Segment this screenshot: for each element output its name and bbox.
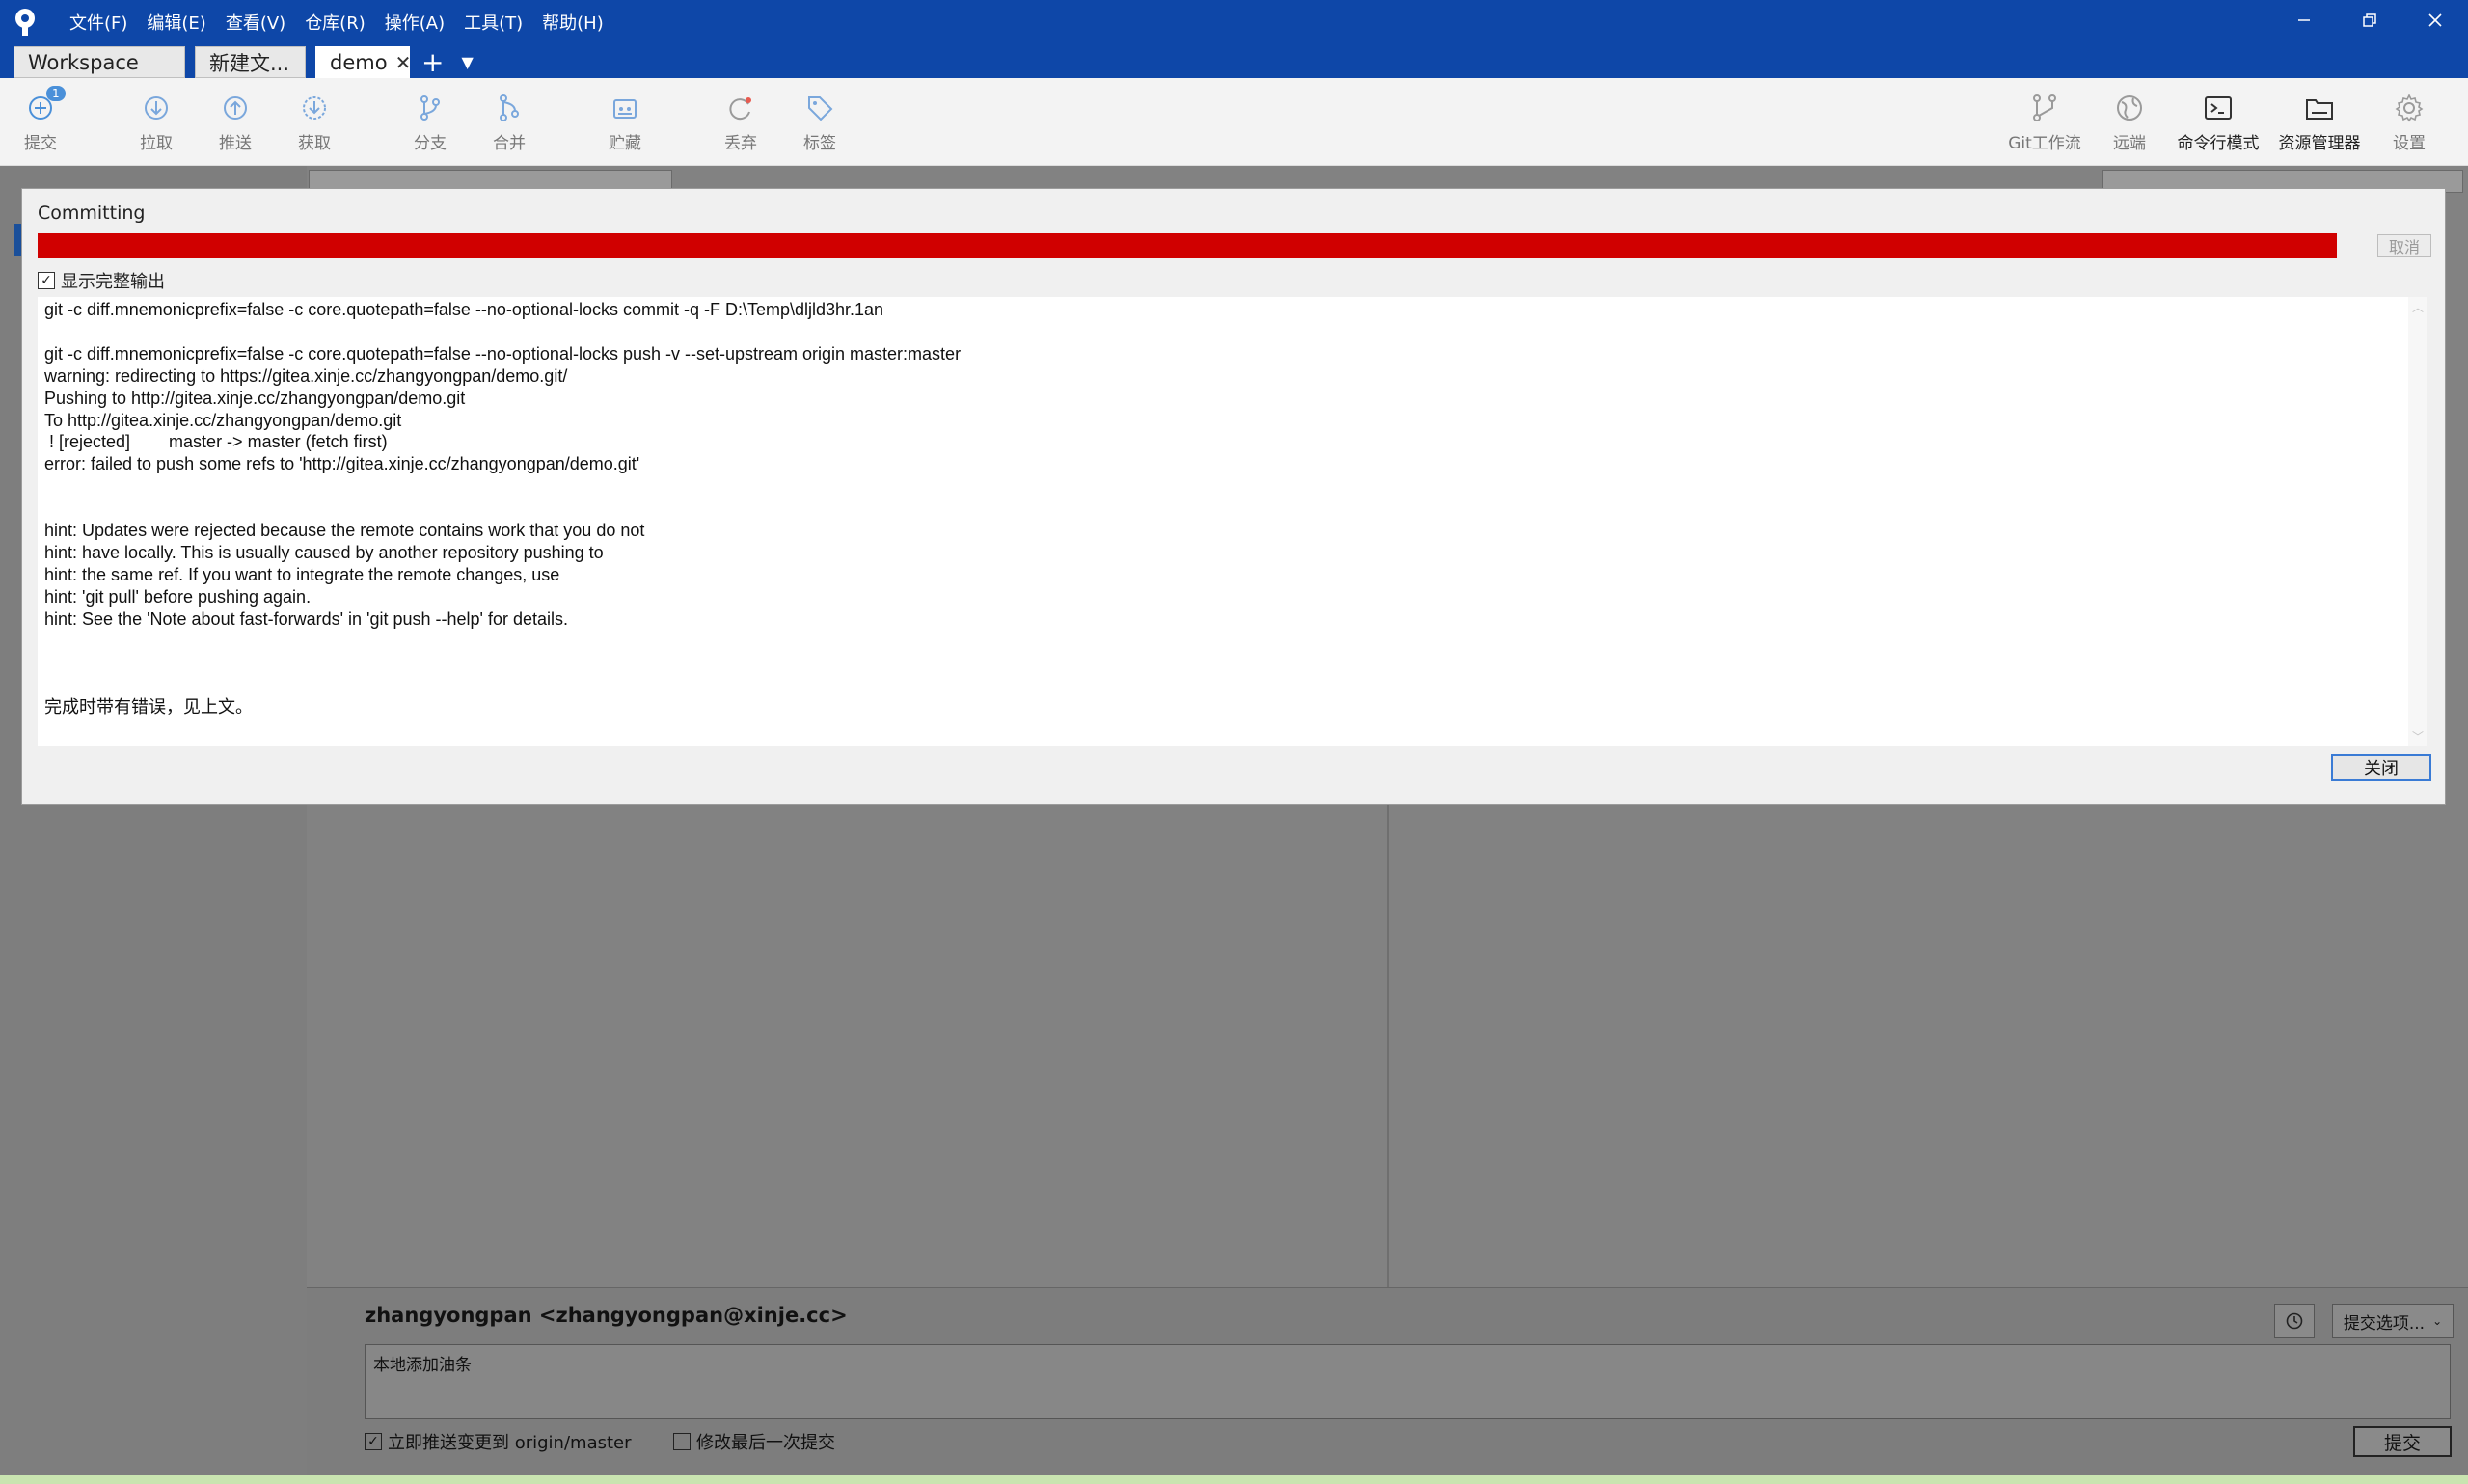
tab-bar: Workspace 新建文... demo ✕ + ▼: [14, 42, 474, 78]
restore-button[interactable]: [2337, 0, 2402, 40]
pane-divider[interactable]: [1387, 805, 1389, 1287]
gear-icon: [2395, 94, 2424, 122]
dialog-title: Committing: [38, 202, 146, 224]
commit-options-label: 提交选项...: [2343, 1313, 2426, 1334]
close-tab-icon[interactable]: ✕: [395, 51, 412, 74]
terminal-tool-button[interactable]: 命令行模式: [2170, 78, 2266, 165]
cancel-button[interactable]: 取消: [2377, 234, 2431, 257]
fetch-tool-label: 获取: [298, 134, 331, 153]
pull-tool-button[interactable]: 拉取: [118, 78, 195, 165]
stash-icon: [613, 99, 637, 119]
folder-icon: [2306, 99, 2333, 120]
amend-checkbox[interactable]: [673, 1433, 691, 1450]
tab-label: demo: [330, 50, 388, 74]
git-flow-tool-button[interactable]: Git工作流: [1996, 78, 2093, 165]
explorer-tool-button[interactable]: 资源管理器: [2271, 78, 2368, 165]
output-scrollbar[interactable]: ︿ ﹀: [2408, 297, 2427, 746]
fetch-tool-button[interactable]: 获取: [276, 78, 353, 165]
push-icon: [224, 96, 247, 120]
menu-bar: 文件(F) 编辑(E) 查看(V) 仓库(R) 操作(A) 工具(T) 帮助(H…: [60, 8, 613, 37]
toolbar: 1 提交 拉取 推送 获取 分支 合并 贮藏 丢弃 标签 Git工作流 远端 命…: [0, 78, 2468, 166]
tag-tool-label: 标签: [803, 134, 836, 153]
amend-option[interactable]: 修改最后一次提交: [673, 1429, 835, 1454]
scroll-up-icon[interactable]: ︿: [2412, 299, 2424, 315]
progress-bar-fill: [38, 233, 2337, 258]
menu-tools[interactable]: 工具(T): [454, 8, 532, 37]
push-immediately-label: 立即推送变更到 origin/master: [388, 1433, 632, 1453]
menu-file[interactable]: 文件(F): [60, 8, 137, 37]
tab-workspace[interactable]: Workspace: [14, 46, 185, 78]
sidebar-selection-marker: [14, 224, 21, 256]
globe-icon: [2117, 95, 2142, 121]
terminal-icon: [2205, 96, 2232, 120]
show-full-output-label: 显示完整输出: [61, 272, 165, 292]
window-controls: [2271, 0, 2468, 40]
tab-label: Workspace: [28, 50, 139, 74]
git-flow-icon: [2033, 94, 2056, 121]
remote-tool-label: 远端: [2113, 134, 2146, 153]
menu-edit[interactable]: 编辑(E): [137, 8, 215, 37]
settings-tool-button[interactable]: 设置: [2371, 78, 2448, 165]
menu-view[interactable]: 查看(V): [216, 8, 295, 37]
tag-tool-button[interactable]: 标签: [781, 78, 858, 165]
commit-message-input[interactable]: 本地添加油条: [365, 1344, 2451, 1419]
git-flow-tool-label: Git工作流: [2008, 134, 2081, 153]
merge-tool-label: 合并: [493, 134, 526, 153]
show-full-output-option[interactable]: ✓ 显示完整输出: [38, 268, 165, 293]
merge-tool-button[interactable]: 合并: [471, 78, 548, 165]
scroll-down-icon[interactable]: ﹀: [2412, 728, 2424, 744]
push-immediately-option[interactable]: ✓ 立即推送变更到 origin/master: [365, 1429, 632, 1454]
branch-tool-label: 分支: [414, 134, 447, 153]
title-bar: 文件(F) 编辑(E) 查看(V) 仓库(R) 操作(A) 工具(T) 帮助(H…: [0, 0, 2468, 78]
tag-icon: [808, 96, 833, 121]
commit-button[interactable]: 提交: [2353, 1426, 2452, 1457]
remote-tool-button[interactable]: 远端: [2091, 78, 2168, 165]
output-log-text: git -c diff.mnemonicprefix=false -c core…: [44, 300, 962, 717]
menu-repository[interactable]: 仓库(R): [295, 8, 375, 37]
tab-list-dropdown-icon[interactable]: ▼: [461, 46, 473, 78]
commit-tool-label: 提交: [24, 134, 57, 153]
progress-bar: [38, 233, 2337, 258]
fetch-icon: [303, 96, 326, 120]
stash-tool-label: 贮藏: [609, 134, 641, 153]
stash-tool-button[interactable]: 贮藏: [586, 78, 664, 165]
committing-dialog: Committing 取消 ✓ 显示完整输出 git -c diff.mnemo…: [21, 188, 2446, 805]
pull-tool-label: 拉取: [140, 134, 173, 153]
chevron-down-icon: ⌄: [2432, 1314, 2443, 1328]
commit-author: zhangyongpan <zhangyongpan@xinje.cc>: [365, 1304, 848, 1327]
tab-label: 新建文...: [209, 51, 290, 75]
status-strip: [0, 1475, 2468, 1484]
add-tab-icon[interactable]: +: [421, 46, 444, 78]
push-tool-label: 推送: [219, 134, 252, 153]
push-tool-button[interactable]: 推送: [197, 78, 274, 165]
sourcetree-logo-icon: [12, 8, 39, 37]
pull-icon: [145, 96, 168, 120]
amend-label: 修改最后一次提交: [696, 1433, 835, 1453]
menu-help[interactable]: 帮助(H): [532, 8, 613, 37]
minimize-button[interactable]: [2271, 0, 2337, 40]
commit-count-badge: 1: [46, 86, 66, 101]
commit-options-dropdown[interactable]: 提交选项... ⌄: [2332, 1304, 2454, 1338]
explorer-tool-label: 资源管理器: [2278, 134, 2361, 153]
close-dialog-button[interactable]: 关闭: [2331, 754, 2431, 781]
show-full-output-checkbox[interactable]: ✓: [38, 272, 55, 289]
menu-actions[interactable]: 操作(A): [375, 8, 454, 37]
terminal-tool-label: 命令行模式: [2177, 134, 2260, 153]
discard-tool-button[interactable]: 丢弃: [702, 78, 779, 165]
settings-tool-label: 设置: [2393, 134, 2426, 153]
branch-tool-button[interactable]: 分支: [392, 78, 469, 165]
discard-icon: [729, 97, 751, 121]
push-immediately-checkbox[interactable]: ✓: [365, 1433, 382, 1450]
output-log[interactable]: git -c diff.mnemonicprefix=false -c core…: [38, 297, 2427, 746]
commit-tool-button[interactable]: 1 提交: [2, 78, 79, 165]
discard-tool-label: 丢弃: [724, 134, 757, 153]
branch-icon: [420, 95, 440, 121]
tab-demo[interactable]: demo ✕: [315, 46, 412, 78]
tab-new-file[interactable]: 新建文...: [195, 46, 306, 78]
clock-icon: [2286, 1312, 2303, 1330]
merge-icon: [500, 94, 519, 121]
close-window-button[interactable]: [2402, 0, 2468, 40]
commit-history-button[interactable]: [2274, 1304, 2315, 1338]
